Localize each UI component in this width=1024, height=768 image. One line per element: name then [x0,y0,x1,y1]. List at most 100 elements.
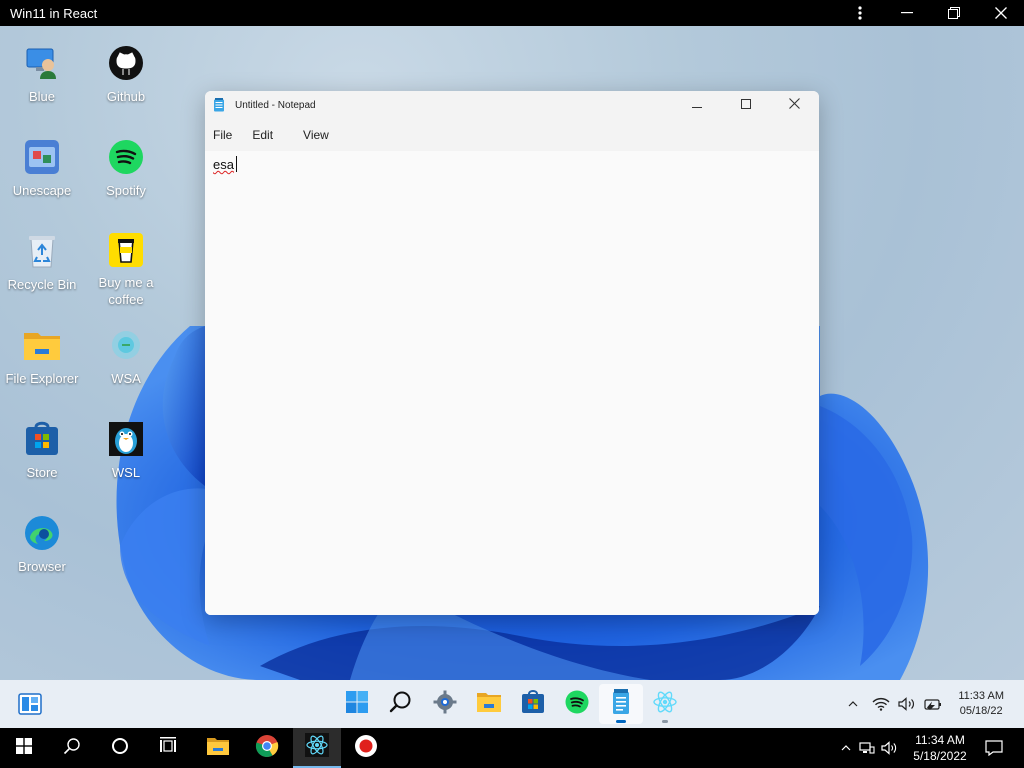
minimize-icon [691,96,702,114]
host-start-button[interactable] [0,728,48,768]
penguin-icon [107,420,145,458]
menu-view[interactable]: View [303,128,329,142]
desktop-icon-github[interactable]: Github [84,26,168,116]
minimize-button[interactable] [672,91,721,119]
taskbar-store-button[interactable] [511,684,555,724]
edge-icon [23,514,61,552]
host-file-explorer-button[interactable] [194,728,242,768]
more-vertical-icon[interactable] [836,0,883,26]
host-chrome-button[interactable] [243,728,291,768]
wifi-icon[interactable] [868,691,894,717]
cortana-icon [111,737,129,760]
react-icon [652,690,678,719]
battery-icon[interactable] [920,691,946,717]
close-icon[interactable] [977,0,1024,26]
minimize-icon[interactable] [883,0,930,26]
taskbar: 11:33 AM 05/18/22 [0,680,1024,728]
notepad-icon [611,688,631,720]
task-view-icon [159,736,177,760]
taskbar-clock[interactable]: 11:33 AM 05/18/22 [958,689,1004,719]
react-icon [305,732,329,762]
recycle-bin-icon [23,232,61,270]
close-button[interactable] [770,91,819,119]
desktop-icon-label: WSL [111,465,141,480]
notepad-text-area[interactable]: esa [205,151,819,615]
host-date: 5/18/2022 [913,749,967,763]
folder-icon [206,736,230,761]
host-system-tray [836,728,900,768]
desktop-icon-file-explorer[interactable]: File Explorer [0,308,84,398]
menu-file[interactable]: File [213,128,232,142]
desktop-icon-store[interactable]: Store [0,402,84,492]
menu-edit[interactable]: Edit [252,128,273,142]
maximize-button[interactable] [721,91,770,119]
host-window-title: Win11 in React [10,5,98,21]
notepad-window[interactable]: Untitled - Notepad File Edit View esa [205,91,819,615]
system-tray [840,680,946,728]
taskbar-file-explorer-button[interactable] [467,684,511,724]
desktop-icon-label: Unescape [12,183,72,198]
host-recorder-button[interactable] [342,728,390,768]
notification-icon[interactable] [978,732,1010,764]
running-indicator [662,720,668,723]
desktop-icon-label: Buy me a coffee [98,275,154,307]
desktop-icon-blue[interactable]: Blue [0,26,84,116]
desktop-icon-label: File Explorer [5,371,79,386]
desktop-icon-label: Spotify [106,183,146,198]
taskbar-notepad-button[interactable] [599,684,643,724]
folder-icon [23,326,61,364]
host-clock[interactable]: 11:34 AM 5/18/2022 [910,732,970,764]
chevron-up-icon[interactable] [836,728,856,768]
volume-icon[interactable] [894,691,920,717]
taskbar-settings-button[interactable] [423,684,467,724]
desktop-icon-browser[interactable]: Browser [0,496,84,586]
taskbar-apps [335,680,687,728]
spotify-icon [565,690,589,719]
unescape-icon [23,138,61,176]
notepad-title-bar[interactable]: Untitled - Notepad [205,91,819,119]
store-icon [521,689,545,719]
desktop-icon-label: Recycle Bin [7,277,77,292]
notepad-title: Untitled - Notepad [235,99,316,111]
desktop-icon-unescape[interactable]: Unescape [0,120,84,210]
taskbar-react-button[interactable] [643,684,687,724]
taskbar-start-button[interactable] [335,684,379,724]
spotify-icon [107,138,145,176]
host-search-button[interactable] [48,728,96,768]
host-taskbar: 11:34 AM 5/18/2022 [0,728,1024,768]
search-icon [63,737,81,760]
record-icon [354,734,378,763]
network-icon[interactable] [856,728,878,768]
host-win11-react-button[interactable] [293,728,341,768]
coffee-icon [107,232,145,268]
desktop-icon-label: WSA [111,371,141,386]
taskbar-time: 11:33 AM [958,690,1004,702]
chevron-up-icon[interactable] [840,691,866,717]
windows-start-icon [16,737,32,759]
restore-icon[interactable] [930,0,977,26]
store-icon [23,420,61,458]
host-task-view-button[interactable] [144,728,192,768]
taskbar-search-button[interactable] [379,684,423,724]
desktop-icon-spotify[interactable]: Spotify [84,120,168,210]
widgets-icon[interactable] [18,692,42,716]
text-caret [236,156,237,172]
desktop-icon-wsa[interactable]: WSA [84,308,168,398]
active-indicator [616,720,626,723]
desktop-icon-buy-me-a-coffee[interactable]: Buy me a coffee [84,214,168,307]
host-title-bar: Win11 in React [0,0,1024,26]
host-cortana-button[interactable] [96,728,144,768]
github-icon [107,44,145,82]
gear-icon [433,690,457,719]
chrome-icon [255,734,279,763]
taskbar-date: 05/18/22 [959,705,1003,717]
desktop-icon-recycle-bin[interactable]: Recycle Bin [0,214,84,304]
desktop-icon-wsl[interactable]: WSL [84,402,168,492]
notepad-menu-bar: File Edit View [205,119,819,151]
taskbar-spotify-button[interactable] [555,684,599,724]
desktop-icon-label: Blue [28,89,56,104]
volume-icon[interactable] [878,728,900,768]
close-icon [789,96,800,114]
folder-icon [476,691,502,718]
notepad-icon [213,98,227,112]
